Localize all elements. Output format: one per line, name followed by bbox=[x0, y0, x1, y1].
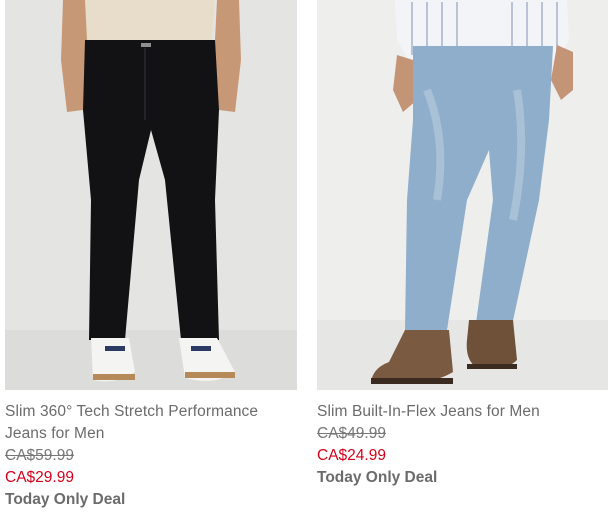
product-image[interactable] bbox=[5, 0, 297, 390]
deal-badge: Today Only Deal bbox=[5, 491, 126, 508]
product-grid: Slim 360° Tech Stretch Performance Jeans… bbox=[0, 0, 608, 515]
product-image[interactable] bbox=[317, 0, 608, 390]
product-title[interactable]: Slim 360° Tech Stretch Performance Jeans… bbox=[5, 401, 297, 445]
product-title[interactable]: Slim Built-In-Flex Jeans for Men bbox=[317, 401, 608, 423]
original-price: CA$59.99 bbox=[5, 447, 74, 464]
deal-badge: Today Only Deal bbox=[317, 469, 438, 486]
black-jeans-photo bbox=[5, 0, 297, 390]
original-price: CA$49.99 bbox=[317, 425, 386, 442]
product-card[interactable]: Slim 360° Tech Stretch Performance Jeans… bbox=[5, 0, 297, 511]
product-card[interactable]: Slim Built-In-Flex Jeans for Men CA$49.9… bbox=[317, 0, 608, 489]
light-wash-jeans-photo bbox=[317, 0, 608, 390]
sale-price: CA$29.99 bbox=[5, 469, 74, 486]
sale-price: CA$24.99 bbox=[317, 447, 386, 464]
